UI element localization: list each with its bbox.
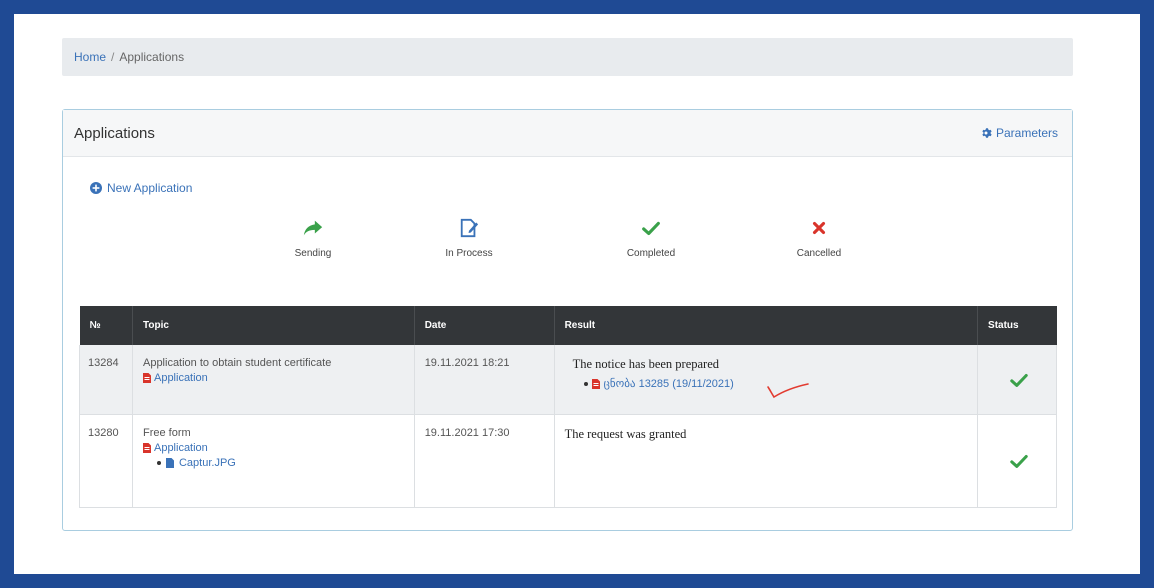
col-result-header: Result — [554, 306, 979, 345]
result-document-label: ცნობა 13285 (19/11/2021) — [603, 378, 734, 390]
breadcrumb-home-link[interactable]: Home — [74, 50, 106, 64]
status-completed-icon — [1010, 373, 1028, 387]
row-topic: Free form — [142, 426, 191, 439]
panel-header: Applications Parameters — [63, 110, 1072, 157]
breadcrumb: Home / Applications — [62, 38, 1073, 76]
breadcrumb-current: Applications — [119, 50, 185, 64]
table-row[interactable]: 13280 Free form Application Captur.JPG 1… — [79, 414, 1057, 508]
application-pdf-link[interactable]: Application — [142, 372, 408, 384]
bullet — [583, 381, 588, 386]
cross-icon — [812, 221, 826, 235]
bullet — [156, 460, 161, 465]
legend-sending-label: Sending — [294, 248, 332, 259]
application-link-label: Application — [153, 441, 208, 454]
row-result-text: The notice has been prepared — [572, 357, 720, 371]
share-arrow-icon — [303, 220, 323, 236]
legend-cancelled: Cancelled — [774, 218, 864, 259]
row-status — [977, 345, 1057, 415]
check-icon — [642, 221, 660, 236]
application-link-label: Application — [153, 372, 208, 384]
row-number: 13280 — [79, 414, 133, 508]
col-date-header: Date — [414, 306, 555, 345]
parameters-label: Parameters — [995, 126, 1058, 140]
col-status-header: Status — [977, 306, 1057, 345]
new-application-label: New Application — [107, 181, 193, 195]
breadcrumb-separator: / — [111, 50, 115, 64]
gear-icon — [982, 128, 992, 138]
row-result-cell: The request was granted — [554, 414, 979, 508]
status-completed-icon — [1010, 454, 1028, 468]
row-date: 19.11.2021 18:21 — [414, 345, 555, 415]
legend-completed: Completed — [606, 218, 696, 259]
new-application-button[interactable]: New Application — [90, 181, 192, 195]
table-row[interactable]: 13284 Application to obtain student cert… — [79, 345, 1057, 415]
legend-in-process-label: In Process — [445, 248, 493, 259]
attachment-link[interactable]: Captur.JPG — [143, 457, 408, 469]
applications-panel: Applications Parameters New Application — [62, 109, 1073, 531]
row-date: 19.11.2021 17:30 — [414, 414, 555, 508]
pdf-file-icon — [142, 373, 151, 383]
row-topic-cell: Free form Application Captur.JPG — [132, 414, 415, 508]
col-number-header: № — [79, 306, 133, 345]
legend-cancelled-label: Cancelled — [796, 248, 842, 259]
table-header-row: № Topic Date Result Status — [79, 306, 1057, 345]
row-result-text: The request was granted — [564, 426, 687, 441]
row-status — [977, 414, 1057, 508]
handwritten-check-mark — [766, 383, 809, 399]
edit-document-icon — [460, 218, 479, 238]
attachment-label: Captur.JPG — [178, 456, 236, 469]
pdf-file-icon — [591, 378, 600, 389]
col-topic-header: Topic — [132, 306, 415, 345]
row-topic: Application to obtain student certificat… — [142, 357, 332, 369]
legend-in-process: In Process — [424, 218, 514, 259]
application-pdf-link[interactable]: Application — [142, 441, 408, 454]
file-icon — [165, 457, 174, 468]
pdf-file-icon — [142, 442, 151, 453]
applications-table: № Topic Date Result Status 13284 Applica… — [79, 306, 1057, 508]
row-topic-cell: Application to obtain student certificat… — [132, 345, 415, 415]
parameters-link[interactable]: Parameters — [980, 126, 1058, 140]
status-legend: Sending In Process Completed Cancelled — [63, 218, 1072, 268]
row-result-cell: The notice has been prepared ცნობა 13285… — [554, 345, 979, 415]
plus-circle-icon — [90, 182, 102, 194]
page: Home / Applications Applications Paramet… — [14, 14, 1140, 574]
row-number: 13284 — [79, 345, 133, 415]
legend-sending: Sending — [268, 218, 358, 259]
legend-completed-label: Completed — [626, 248, 676, 259]
panel-title: Applications — [74, 124, 155, 142]
